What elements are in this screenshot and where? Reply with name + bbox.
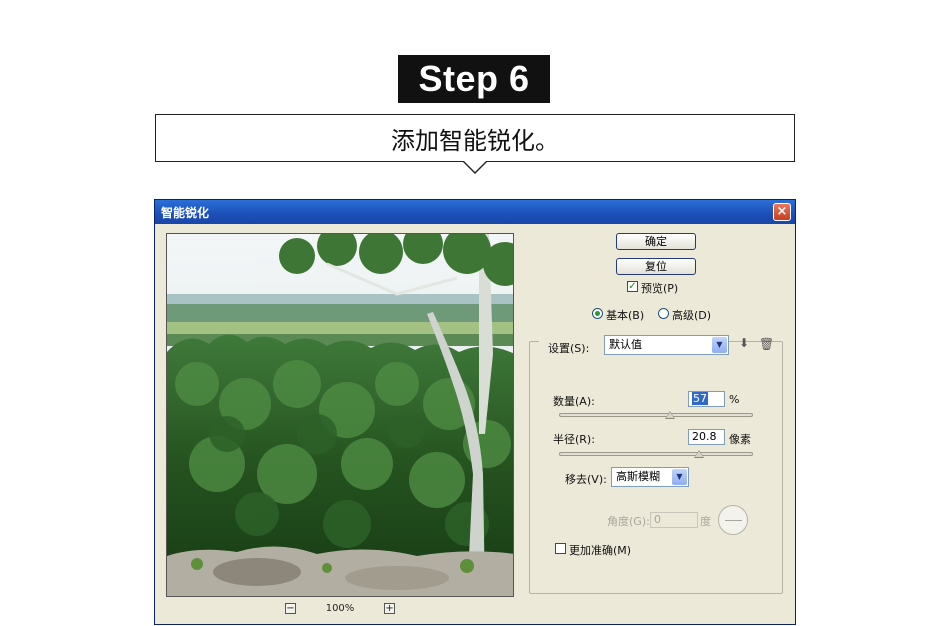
radius-slider[interactable] — [559, 452, 753, 456]
trash-icon[interactable]: 🗑 — [759, 337, 774, 351]
basic-mode-radio[interactable] — [592, 308, 603, 319]
radius-input[interactable]: 20.8 — [688, 429, 725, 445]
step-badge: Step 6 — [398, 55, 550, 103]
zoom-bar: − 100% + — [285, 601, 395, 615]
ok-button[interactable]: 确定 — [616, 233, 696, 250]
preview-pane[interactable] — [166, 233, 514, 597]
preview-landscape-image — [167, 234, 513, 596]
amount-value: 57 — [692, 392, 708, 405]
amount-label: 数量(A): — [553, 395, 595, 408]
remove-select[interactable]: 高斯模糊 ▼ — [611, 467, 689, 487]
chevron-down-icon: ▼ — [672, 469, 687, 485]
preview-checkbox[interactable]: ✓ — [627, 281, 638, 292]
preview-label: 预览(P) — [641, 282, 679, 295]
zoom-out-button[interactable]: − — [285, 602, 296, 614]
angle-input: 0 — [650, 512, 698, 528]
remove-select-value: 高斯模糊 — [616, 470, 660, 483]
angle-dial — [718, 505, 748, 535]
angle-value: 0 — [654, 513, 661, 526]
chevron-down-icon: ▼ — [712, 337, 727, 353]
settings-select[interactable]: 默认值 ▼ — [604, 335, 729, 355]
close-icon: × — [776, 204, 788, 219]
angle-label: 角度(G): — [607, 515, 650, 528]
amount-slider[interactable] — [559, 413, 753, 417]
zoom-level: 100% — [325, 602, 355, 614]
dialog-title: 智能锐化 — [161, 205, 210, 220]
minus-icon: − — [286, 602, 295, 614]
step-caption: 添加智能锐化。 — [155, 114, 795, 162]
remove-label: 移去(V): — [565, 473, 607, 486]
basic-mode-label: 基本(B) — [606, 309, 645, 322]
radius-value: 20.8 — [692, 430, 717, 443]
settings-label: 设置(S): — [548, 342, 590, 355]
angle-unit: 度 — [700, 515, 711, 528]
zoom-in-button[interactable]: + — [384, 602, 395, 614]
amount-unit: % — [729, 393, 740, 406]
more-accurate-checkbox[interactable] — [555, 543, 566, 554]
settings-select-value: 默认值 — [609, 338, 642, 351]
dialog-titlebar[interactable]: 智能锐化 × — [155, 200, 795, 224]
plus-icon: + — [385, 602, 394, 614]
smart-sharpen-dialog: 智能锐化 × − 100% + 确定 复位 ✓ 预览(P) 基本(B) 高级(D… — [154, 199, 796, 625]
radius-slider-thumb[interactable] — [693, 450, 704, 458]
save-settings-icon[interactable]: ⬇ — [739, 336, 749, 350]
amount-input[interactable]: 57 — [688, 391, 725, 407]
more-accurate-label: 更加准确(M) — [569, 544, 632, 557]
radius-unit: 像素 — [729, 433, 751, 446]
reset-button[interactable]: 复位 — [616, 258, 696, 275]
advanced-mode-label: 高级(D) — [672, 309, 712, 322]
amount-slider-thumb[interactable] — [664, 411, 675, 419]
advanced-mode-radio[interactable] — [658, 308, 669, 319]
close-button[interactable]: × — [773, 203, 791, 221]
radius-label: 半径(R): — [553, 433, 595, 446]
